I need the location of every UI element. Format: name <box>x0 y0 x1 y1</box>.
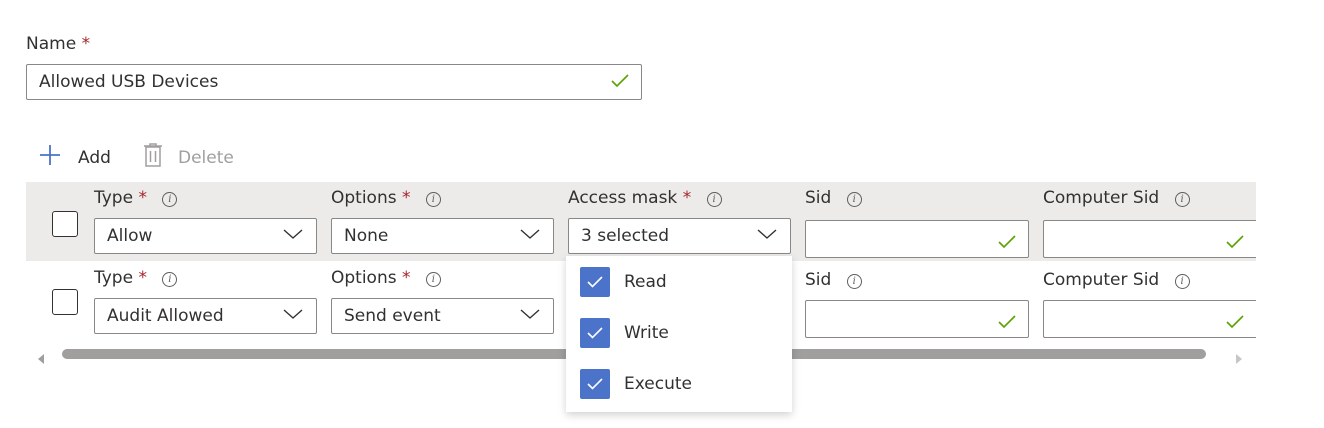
sid-column-label: Sid i <box>805 188 862 208</box>
name-input-value: Allowed USB Devices <box>39 72 219 92</box>
options-column-label: Options * i <box>331 188 441 208</box>
name-input[interactable]: Allowed USB Devices <box>26 64 642 100</box>
sid-column-label: Sid i <box>805 270 862 290</box>
type-column-label: Type * i <box>94 268 178 288</box>
row-2-checkbox[interactable] <box>52 289 78 315</box>
scroll-right-arrow-icon[interactable] <box>1234 349 1244 369</box>
type-column-label: Type * i <box>94 188 178 208</box>
row-1-access-mask-select[interactable]: 3 selected <box>568 218 791 254</box>
add-button-label: Add <box>78 147 111 168</box>
info-icon[interactable]: i <box>425 272 441 287</box>
chevron-down-icon <box>519 306 541 326</box>
access-mask-option-write[interactable]: Write <box>580 317 669 349</box>
checkbox-checked-icon <box>580 369 610 399</box>
chevron-down-icon <box>756 226 778 246</box>
info-icon[interactable]: i <box>706 192 722 207</box>
info-icon[interactable]: i <box>425 192 441 207</box>
checkmark-icon <box>1226 305 1244 334</box>
row-1-computer-sid-input[interactable] <box>1043 220 1256 258</box>
add-button[interactable]: Add <box>38 143 111 172</box>
checkbox-checked-icon <box>580 267 610 297</box>
plus-icon <box>38 143 62 172</box>
chevron-down-icon <box>282 306 304 326</box>
row-2-options-select[interactable]: Send event <box>331 298 554 334</box>
chevron-down-icon <box>282 226 304 246</box>
checkbox-checked-icon <box>580 318 610 348</box>
checkmark-icon <box>998 305 1016 334</box>
info-icon[interactable]: i <box>162 192 178 207</box>
checkmark-icon <box>1226 225 1244 254</box>
access-mask-option-execute[interactable]: Execute <box>580 368 692 400</box>
delete-button[interactable]: Delete <box>142 142 234 173</box>
row-1-checkbox[interactable] <box>52 211 78 237</box>
row-1-options-select[interactable]: None <box>331 218 554 254</box>
access-mask-column-label: Access mask * i <box>568 188 722 208</box>
name-label: Name * <box>26 34 91 54</box>
row-1-type-select[interactable]: Allow <box>94 218 317 254</box>
info-icon[interactable]: i <box>1174 274 1190 289</box>
options-column-label: Options * i <box>331 268 441 288</box>
row-2-sid-input[interactable] <box>805 300 1029 338</box>
info-icon[interactable]: i <box>846 274 862 289</box>
access-mask-option-read[interactable]: Read <box>580 266 667 298</box>
required-mark: * <box>81 34 91 54</box>
chevron-down-icon <box>519 226 541 246</box>
delete-button-label: Delete <box>178 147 234 168</box>
scroll-left-arrow-icon[interactable] <box>36 349 46 369</box>
trash-icon <box>142 142 164 173</box>
checkmark-icon <box>611 72 629 93</box>
info-icon[interactable]: i <box>1174 192 1190 207</box>
row-1-sid-input[interactable] <box>805 220 1029 258</box>
info-icon[interactable]: i <box>846 192 862 207</box>
computer-sid-column-label: Computer Sid i <box>1043 270 1190 290</box>
checkmark-icon <box>998 225 1016 254</box>
info-icon[interactable]: i <box>162 272 178 287</box>
row-2-computer-sid-input[interactable] <box>1043 300 1256 338</box>
row-2-type-select[interactable]: Audit Allowed <box>94 298 317 334</box>
computer-sid-column-label: Computer Sid i <box>1043 188 1190 208</box>
access-mask-dropdown: Read Write Execute <box>566 256 792 412</box>
